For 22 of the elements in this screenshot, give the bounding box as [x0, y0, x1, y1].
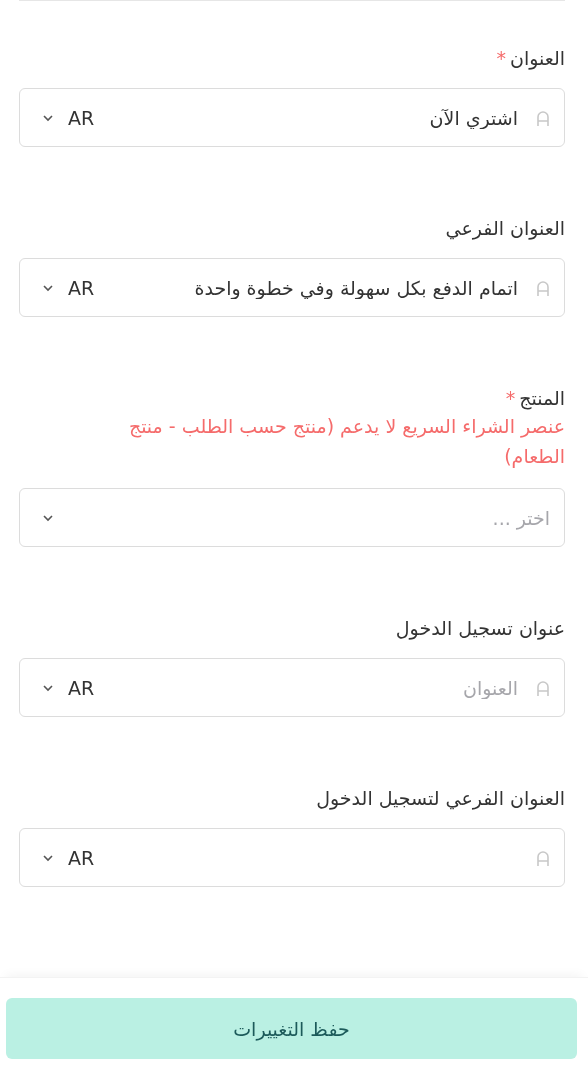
error-message: عنصر الشراء السريع لا يدعم (منتج حسب الطلب - منتج الطعام): [127, 414, 565, 470]
save-button[interactable]: حفظ التغييرات: [6, 998, 577, 1059]
field-label: العنوان الفرعي: [445, 216, 565, 241]
language-code[interactable]: AR: [68, 106, 95, 129]
placeholder-text: اختر ...: [491, 506, 550, 529]
text-icon: [536, 679, 550, 696]
language-code[interactable]: AR: [68, 846, 95, 869]
language-code[interactable]: AR: [68, 676, 95, 699]
chevron-down-icon: [42, 113, 54, 122]
field-label: العنوان الفرعي لتسجيل الدخول: [316, 786, 565, 811]
chevron-down-icon: [42, 683, 54, 692]
field-label: المنتج *: [505, 386, 565, 411]
text-icon: [536, 109, 550, 126]
text-field[interactable]: AR: [19, 828, 565, 887]
language-code[interactable]: AR: [68, 276, 95, 299]
chevron-down-icon: [42, 513, 54, 522]
text-icon: [536, 279, 550, 296]
field-label: العنوان *: [496, 46, 565, 71]
chevron-down-icon: [42, 853, 54, 862]
text-icon: [536, 849, 550, 866]
chevron-down-icon: [42, 283, 54, 292]
field-label: عنوان تسجيل الدخول: [395, 616, 565, 641]
